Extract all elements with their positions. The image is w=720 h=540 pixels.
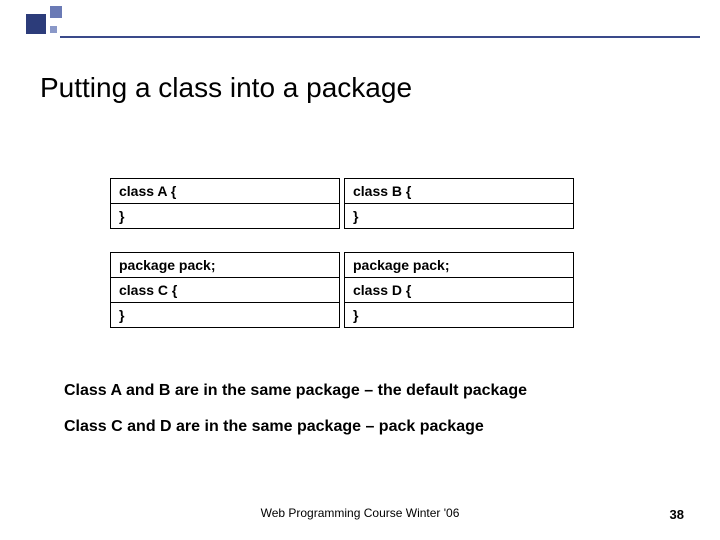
code-box-class-a: class A { } bbox=[110, 178, 340, 229]
code-line: package pack; bbox=[345, 253, 573, 278]
note-line-2: Class C and D are in the same package – … bbox=[64, 418, 527, 436]
slide-footer: Web Programming Course Winter '06 bbox=[0, 506, 720, 520]
code-line: class D { bbox=[345, 278, 573, 303]
code-box-class-c: package pack; class C { } bbox=[110, 252, 340, 328]
code-line: } bbox=[111, 303, 339, 327]
code-row-top: class A { } class B { } bbox=[110, 178, 580, 229]
code-line: class C { bbox=[111, 278, 339, 303]
code-line: class A { bbox=[111, 179, 339, 204]
note-line-1: Class A and B are in the same package – … bbox=[64, 382, 527, 400]
code-line: } bbox=[111, 204, 339, 228]
code-line: } bbox=[345, 303, 573, 327]
code-line: } bbox=[345, 204, 573, 228]
slide-title: Putting a class into a package bbox=[40, 72, 412, 104]
slide-corner-decoration bbox=[0, 0, 160, 48]
slide-notes: Class A and B are in the same package – … bbox=[64, 382, 527, 436]
code-row-bottom: package pack; class C { } package pack; … bbox=[110, 252, 580, 328]
code-line: package pack; bbox=[111, 253, 339, 278]
code-box-class-d: package pack; class D { } bbox=[344, 252, 574, 328]
code-line: class B { bbox=[345, 179, 573, 204]
code-box-class-b: class B { } bbox=[344, 178, 574, 229]
page-number: 38 bbox=[670, 507, 684, 522]
